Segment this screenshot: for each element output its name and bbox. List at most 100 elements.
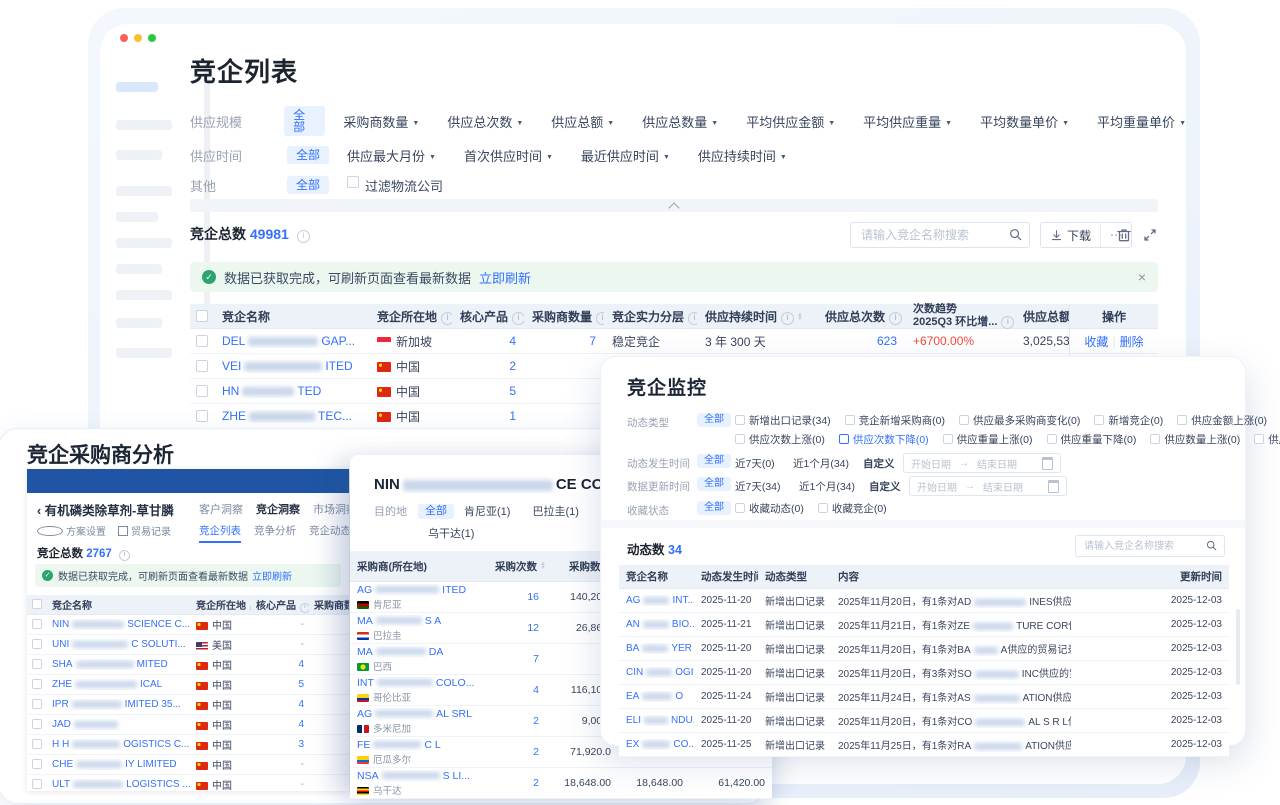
- destination-chip-all[interactable]: 全部: [418, 504, 454, 519]
- table-row[interactable]: NINSCIENCE C...中国-: [27, 615, 349, 635]
- checkbox-icon[interactable]: [959, 415, 969, 425]
- end-date-placeholder[interactable]: 结束日期: [983, 479, 1023, 494]
- filter-last7days[interactable]: 近7天(34): [735, 479, 781, 494]
- filter-dropdown[interactable]: 供应最大月份: [347, 146, 436, 165]
- banner-close-icon[interactable]: [1138, 269, 1146, 285]
- checkbox-icon[interactable]: [32, 759, 42, 769]
- table-row[interactable]: ELINDU... 2025-11-20 新增出口记录 2025年11月20日，…: [619, 709, 1229, 733]
- checkbox-icon[interactable]: [1177, 415, 1187, 425]
- info-icon[interactable]: [119, 550, 130, 561]
- filter-last7days[interactable]: 近7天(0): [735, 456, 775, 471]
- table-row[interactable]: JAD中国4: [27, 715, 349, 735]
- checkbox-icon[interactable]: [196, 385, 208, 397]
- buyer-name-link[interactable]: INTCOLO...: [357, 677, 481, 689]
- company-name-link[interactable]: CHEIY LIMITED: [47, 759, 191, 770]
- date-range-input[interactable]: 开始日期 → 结束日期: [909, 476, 1067, 496]
- company-name-link[interactable]: ELINDU...: [619, 715, 694, 726]
- filter-chip-all[interactable]: 全部: [287, 146, 329, 164]
- table-row[interactable]: ZHEICAL中国5: [27, 675, 349, 695]
- info-icon[interactable]: [297, 230, 310, 243]
- checkbox-icon[interactable]: [196, 410, 208, 422]
- delete-link[interactable]: 删除: [1120, 333, 1144, 350]
- expand-fullscreen-icon[interactable]: [1142, 227, 1158, 243]
- tab-customer-insight[interactable]: 客户洞察: [199, 501, 243, 517]
- end-date-placeholder[interactable]: 结束日期: [977, 456, 1017, 471]
- filter-custom-label[interactable]: 自定义: [863, 456, 895, 471]
- company-name-link[interactable]: UNIC SOLUTI...: [47, 639, 191, 650]
- checkbox-icon[interactable]: [196, 310, 208, 322]
- sort-icon[interactable]: ▲▼: [797, 313, 803, 321]
- tab-competitor-insight[interactable]: 竞企洞察: [256, 501, 300, 517]
- filter-checkbox-new-export[interactable]: 新增出口记录(34): [735, 413, 831, 428]
- filter-last-month[interactable]: 近1个月(34): [799, 479, 855, 494]
- filter-checkbox-fav-trend[interactable]: 收藏动态(0): [735, 501, 804, 516]
- search-icon[interactable]: [1009, 228, 1022, 241]
- checkbox-icon[interactable]: [735, 434, 745, 444]
- filter-checkbox-qty-down[interactable]: 供应数量下降(0): [1254, 432, 1280, 447]
- company-name-link[interactable]: EXCO...: [619, 739, 694, 750]
- info-icon[interactable]: [1001, 316, 1014, 329]
- filter-checkbox-new-buyer[interactable]: 竞企新增采购商(0): [845, 413, 945, 428]
- subtab-competitor-list[interactable]: 竞企列表: [199, 523, 241, 543]
- checkbox-icon[interactable]: [32, 779, 42, 789]
- checkbox-icon[interactable]: [1254, 434, 1264, 444]
- times-link[interactable]: 7: [488, 653, 546, 665]
- refresh-now-link[interactable]: 立即刷新: [252, 568, 292, 583]
- filter-chip-all[interactable]: 全部: [697, 454, 731, 468]
- company-name-link[interactable]: AGINT...: [619, 595, 694, 606]
- times-link[interactable]: 12: [488, 622, 546, 634]
- filter-dropdown[interactable]: 平均供应金额: [746, 112, 835, 131]
- table-row[interactable]: ULTLOGISTICS ...中国-: [27, 775, 349, 791]
- times-link[interactable]: 4: [488, 684, 546, 696]
- core-products-link[interactable]: 1: [452, 409, 524, 423]
- trade-records-link[interactable]: 贸易记录: [118, 523, 171, 538]
- table-row[interactable]: EXCO... 2025-11-25 新增出口记录 2025年11月25日，有1…: [619, 733, 1229, 757]
- checkbox-icon[interactable]: [1047, 434, 1057, 444]
- buyer-name-link[interactable]: MADA: [357, 646, 481, 658]
- info-icon[interactable]: [889, 312, 902, 325]
- checkbox-icon[interactable]: [196, 335, 208, 347]
- filter-dropdown[interactable]: 首次供应时间: [464, 146, 553, 165]
- filter-dropdown[interactable]: 平均供应重量: [863, 112, 952, 131]
- buyer-name-link[interactable]: AGITED: [357, 584, 481, 596]
- times-link[interactable]: 2: [488, 746, 546, 758]
- filter-collapse-bar[interactable]: [190, 199, 1158, 212]
- checkbox-icon[interactable]: [32, 599, 42, 609]
- filter-checkbox-weight-down[interactable]: 供应重量下降(0): [1047, 432, 1137, 447]
- sidebar-item[interactable]: [116, 186, 172, 196]
- buyer-name-link[interactable]: NSAS LI...: [357, 770, 481, 782]
- filter-chip-all[interactable]: 全部: [697, 413, 731, 427]
- buyer-name-link[interactable]: AGAL SRL: [357, 708, 481, 720]
- checkbox-icon[interactable]: [1094, 415, 1104, 425]
- table-row[interactable]: NSAS LI...乌干达 2 18,648.00 18,648.00 61,4…: [350, 768, 772, 799]
- table-row[interactable]: H HOGISTICS C...中国3: [27, 735, 349, 755]
- info-icon[interactable]: [441, 312, 452, 325]
- filter-last-month[interactable]: 近1个月(34): [793, 456, 849, 471]
- sidebar-item[interactable]: [116, 264, 162, 274]
- start-date-placeholder[interactable]: 开始日期: [917, 479, 957, 494]
- info-icon[interactable]: [688, 312, 697, 325]
- header-checkbox[interactable]: [190, 309, 214, 323]
- destination-option[interactable]: 肯尼亚(1): [464, 503, 510, 519]
- sidebar-item[interactable]: [116, 238, 172, 248]
- table-row[interactable]: SHAMITED中国4: [27, 655, 349, 675]
- checkbox-icon[interactable]: [818, 503, 828, 513]
- filter-dropdown[interactable]: 供应总数量: [642, 112, 718, 131]
- company-name-link[interactable]: HNTED: [214, 384, 369, 398]
- checkbox-icon[interactable]: [735, 415, 745, 425]
- info-icon[interactable]: [781, 312, 794, 325]
- info-icon[interactable]: [596, 312, 604, 325]
- checkbox-icon[interactable]: [32, 739, 42, 749]
- filter-checkbox-weight-up[interactable]: 供应重量上涨(0): [943, 432, 1033, 447]
- checkbox-icon[interactable]: [735, 503, 745, 513]
- table-row[interactable]: UNIC SOLUTI...美国-: [27, 635, 349, 655]
- checkbox-icon[interactable]: [943, 434, 953, 444]
- company-name-link[interactable]: SHAMITED: [47, 659, 191, 670]
- filter-dropdown[interactable]: 平均数量单价: [980, 112, 1069, 131]
- company-name-link[interactable]: NINSCIENCE C...: [47, 619, 191, 630]
- calendar-icon[interactable]: [1048, 480, 1059, 493]
- buyer-count-link[interactable]: 7: [524, 334, 604, 348]
- destination-option[interactable]: 乌干达(1): [428, 525, 474, 541]
- times-link[interactable]: 2: [488, 715, 546, 727]
- scrollbar-thumb[interactable]: [1236, 609, 1240, 685]
